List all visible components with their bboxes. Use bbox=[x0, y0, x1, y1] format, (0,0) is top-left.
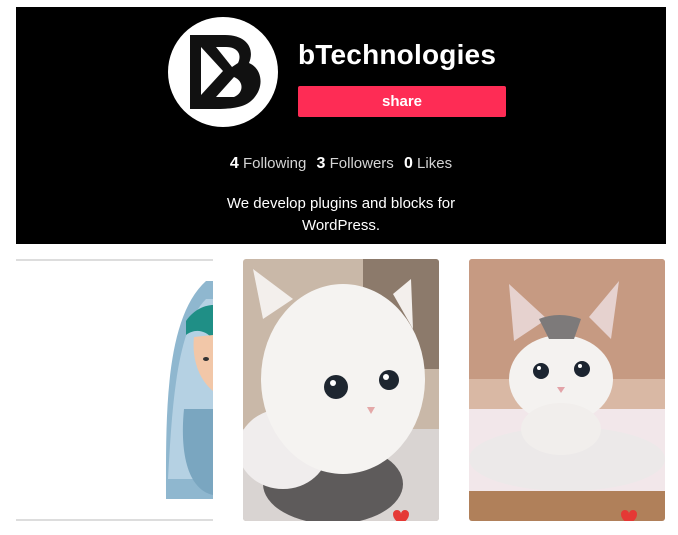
likes-stat: 0 Likes bbox=[404, 155, 452, 172]
following-stat[interactable]: 4 Following bbox=[230, 155, 306, 172]
profile-username: bTechnologies bbox=[298, 39, 497, 70]
video-thumbnail-kitten bbox=[243, 259, 439, 521]
b-logo-icon bbox=[190, 35, 261, 109]
following-count: 4 bbox=[229, 155, 239, 172]
video-card[interactable] bbox=[243, 259, 439, 521]
followers-stat[interactable]: 3 Followers bbox=[317, 155, 394, 172]
video-thumbnail-illustration bbox=[16, 259, 213, 521]
share-button[interactable]: share bbox=[298, 86, 506, 117]
video-card[interactable] bbox=[16, 259, 213, 521]
likes-count: 0 bbox=[403, 155, 413, 172]
followers-label: Followers bbox=[329, 155, 394, 172]
avatar[interactable] bbox=[168, 17, 278, 127]
profile-header: bTechnologies share 4 Following 3 Follow… bbox=[16, 7, 666, 244]
following-label: Following bbox=[242, 155, 307, 172]
profile-bio: We develop plugins and blocks for WordPr… bbox=[226, 195, 456, 234]
followers-count: 3 bbox=[316, 155, 326, 172]
video-thumbnail-kitten bbox=[469, 259, 665, 521]
profile-stats: 4 Following 3 Followers 0 Likes bbox=[16, 155, 666, 173]
likes-label: Likes bbox=[417, 155, 453, 172]
video-card[interactable] bbox=[469, 259, 665, 521]
